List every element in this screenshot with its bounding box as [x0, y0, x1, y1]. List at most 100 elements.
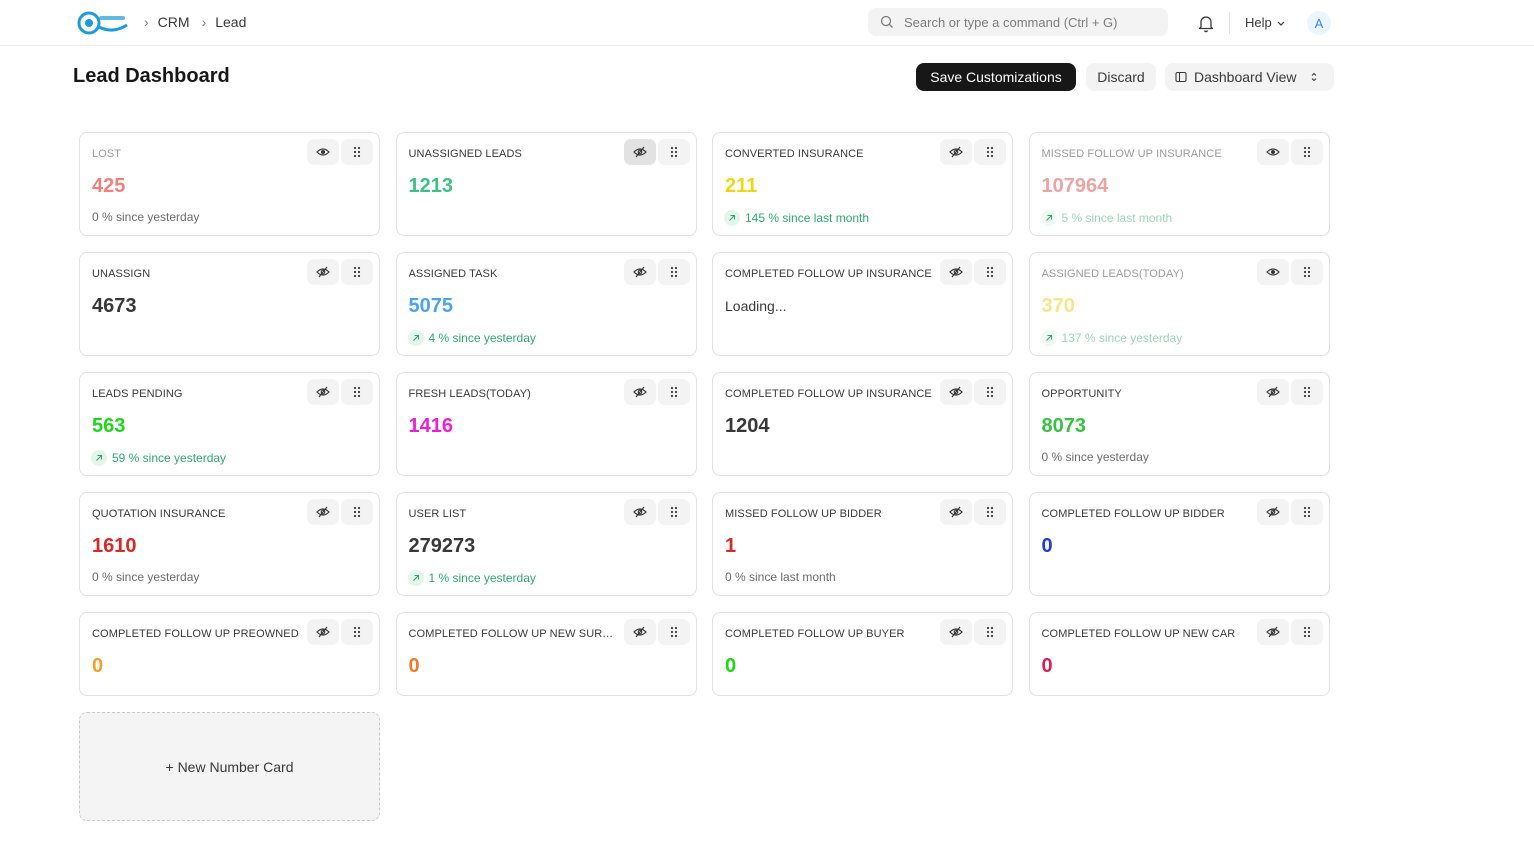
eye-off-icon[interactable]: [623, 499, 656, 525]
card-label: MISSED FOLLOW UP INSURANCE: [1041, 148, 1222, 160]
card-label: UNASSIGN: [92, 268, 151, 280]
drag-handle-icon[interactable]: [657, 259, 690, 285]
drag-handle-icon[interactable]: [341, 259, 373, 285]
card-value: 0: [1041, 655, 1053, 677]
drag-handle-icon[interactable]: [1290, 619, 1323, 645]
breadcrumb-lead[interactable]: Lead: [215, 14, 246, 30]
number-card[interactable]: COMPLETED FOLLOW UP NEW CAR 0: [1028, 612, 1330, 696]
app-logo[interactable]: [77, 10, 129, 36]
eye-off-icon[interactable]: [1256, 499, 1289, 525]
card-stat: 59 % since yesterday: [91, 450, 226, 466]
sidebar-layout-icon: [1175, 71, 1187, 83]
card-stat-text: 0 % since yesterday: [92, 570, 200, 584]
number-card[interactable]: UNASSIGNED LEADS 1213: [395, 132, 697, 236]
drag-handle-icon[interactable]: [657, 139, 690, 165]
number-card[interactable]: COMPLETED FOLLOW UP PREOWNED 0: [79, 612, 380, 696]
search-input[interactable]: [904, 14, 1164, 30]
number-card[interactable]: UNASSIGN 4673: [79, 252, 380, 356]
eye-off-icon[interactable]: [623, 259, 656, 285]
eye-off-icon[interactable]: [307, 379, 339, 405]
number-card[interactable]: MISSED FOLLOW UP INSURANCE 107964 5 % sinc…: [1028, 132, 1330, 236]
number-card[interactable]: COMPLETED FOLLOW UP BIDDER 0: [1028, 492, 1330, 596]
card-value: 370: [1041, 295, 1075, 317]
eye-off-icon[interactable]: [940, 499, 972, 525]
drag-handle-icon[interactable]: [341, 139, 373, 165]
drag-handle-icon[interactable]: [1290, 379, 1323, 405]
drag-handle-icon[interactable]: [657, 499, 690, 525]
breadcrumb: › CRM › Lead: [144, 14, 258, 30]
eye-off-icon[interactable]: [623, 619, 656, 645]
number-card[interactable]: USER LIST 279273 1 % since yesterday: [395, 492, 697, 596]
eye-off-icon[interactable]: [307, 259, 339, 285]
drag-handle-icon[interactable]: [974, 379, 1006, 405]
drag-handle-icon[interactable]: [657, 619, 690, 645]
breadcrumb-crm[interactable]: CRM: [158, 14, 190, 30]
drag-handle-icon[interactable]: [341, 619, 373, 645]
number-card[interactable]: LEADS PENDING 563 59 % since yesterday: [79, 372, 380, 476]
trend-up-arrow-icon: [1040, 210, 1057, 226]
eye-off-icon[interactable]: [1256, 379, 1289, 405]
notification-bell-icon[interactable]: [1197, 13, 1215, 33]
user-avatar[interactable]: A: [1307, 11, 1331, 35]
search-bar[interactable]: [868, 8, 1168, 36]
drag-handle-icon[interactable]: [341, 379, 373, 405]
trend-up-arrow-icon: [1040, 330, 1057, 346]
drag-handle-icon[interactable]: [974, 499, 1006, 525]
eye-off-icon[interactable]: [1256, 619, 1289, 645]
eye-off-icon[interactable]: [940, 379, 972, 405]
number-card[interactable]: ASSIGNED TASK 5075 4 % since yesterday: [395, 252, 697, 356]
number-card[interactable]: COMPLETED FOLLOW UP INSURANCE Loading...: [712, 252, 1013, 356]
number-card[interactable]: MISSED FOLLOW UP BIDDER 1 0 % since last m…: [712, 492, 1013, 596]
drag-handle-icon[interactable]: [341, 499, 373, 525]
card-value: 1610: [92, 535, 137, 557]
search-icon: [880, 15, 893, 28]
drag-handle-icon[interactable]: [657, 379, 690, 405]
eye-off-icon[interactable]: [623, 139, 656, 165]
eye-off-icon[interactable]: [940, 259, 972, 285]
number-card[interactable]: QUOTATION INSURANCE 1610 0 % since yesterd…: [79, 492, 380, 596]
drag-handle-icon[interactable]: [1290, 139, 1323, 165]
number-card[interactable]: COMPLETED FOLLOW UP BUYER 0: [712, 612, 1013, 696]
card-value: 107964: [1041, 175, 1109, 197]
help-dropdown[interactable]: Help: [1245, 15, 1286, 30]
drag-handle-icon[interactable]: [974, 259, 1006, 285]
new-number-card-label: + New Number Card: [165, 758, 294, 775]
card-value: 0: [1041, 535, 1053, 557]
eye-off-icon[interactable]: [307, 619, 339, 645]
eye-off-icon[interactable]: [623, 379, 656, 405]
eye-icon[interactable]: [1256, 259, 1289, 285]
chevron-updown-icon: [1312, 72, 1317, 82]
drag-handle-icon[interactable]: [974, 139, 1006, 165]
card-stat-text: 145 % since last month: [745, 211, 870, 225]
card-label: ASSIGNED TASK: [408, 268, 498, 280]
drag-handle-icon[interactable]: [1290, 259, 1323, 285]
drag-handle-icon[interactable]: [974, 619, 1006, 645]
chevron-down-icon: [1277, 21, 1285, 26]
card-stat-text: 4 % since yesterday: [428, 331, 536, 345]
drag-handle-icon[interactable]: [1290, 499, 1323, 525]
number-card[interactable]: COMPLETED FOLLOW UP NEW SURVEY 0: [395, 612, 697, 696]
card-loading: Loading...: [725, 298, 787, 314]
card-value: 0: [725, 655, 737, 677]
number-card[interactable]: OPPORTUNITY 8073 0 % since yesterday: [1028, 372, 1330, 476]
eye-icon[interactable]: [307, 139, 339, 165]
card-label: MISSED FOLLOW UP BIDDER: [725, 508, 882, 520]
eye-icon[interactable]: [1256, 139, 1289, 165]
new-number-card-button[interactable]: + New Number Card: [79, 712, 380, 821]
number-card[interactable]: FRESH LEADS(TODAY) 1416: [395, 372, 697, 476]
number-card[interactable]: COMPLETED FOLLOW UP INSURANCE 1204: [712, 372, 1013, 476]
card-label: OPPORTUNITY: [1041, 388, 1122, 400]
save-customizations-button[interactable]: Save Customizations: [916, 63, 1076, 91]
eye-off-icon[interactable]: [940, 619, 972, 645]
card-label: COMPLETED FOLLOW UP BUYER: [725, 628, 905, 640]
card-value: 1416: [408, 415, 454, 437]
help-label: Help: [1245, 15, 1272, 30]
eye-off-icon[interactable]: [940, 139, 972, 165]
number-card[interactable]: CONVERTED INSURANCE 211 145 % since last m…: [712, 132, 1013, 236]
eye-off-icon[interactable]: [307, 499, 339, 525]
card-label: COMPLETED FOLLOW UP INSURANCE: [725, 268, 932, 280]
number-card[interactable]: ASSIGNED LEADS(TODAY) 370 137 % since yest…: [1028, 252, 1330, 356]
dashboard-view-select[interactable]: Dashboard View: [1165, 63, 1334, 91]
discard-button[interactable]: Discard: [1086, 63, 1156, 91]
number-card[interactable]: LOST 425 0 % since yesterday: [79, 132, 380, 236]
